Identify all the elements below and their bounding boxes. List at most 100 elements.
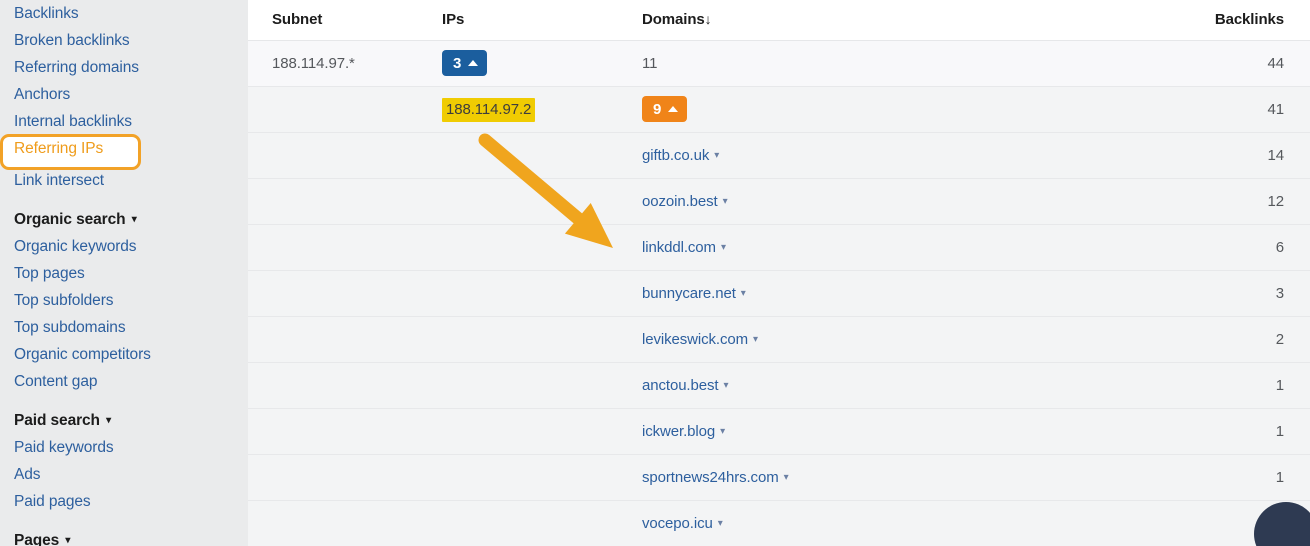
sidebar-item-top-subdomains[interactable]: Top subdomains [0, 314, 248, 341]
domain-link[interactable]: sportnews24hrs.com [642, 469, 779, 486]
chevron-down-icon[interactable]: ▾ [784, 472, 789, 483]
backlinks-count: 3 [1275, 284, 1284, 302]
sidebar-spacer [0, 395, 248, 407]
table-row: ickwer.blog ▾ 1 [248, 408, 1310, 455]
chevron-down-icon[interactable]: ▾ [718, 518, 723, 529]
chevron-down-icon[interactable]: ▾ [723, 196, 728, 207]
chevron-down-icon[interactable]: ▾ [714, 150, 719, 161]
cell-ips: 3 [418, 40, 618, 87]
sidebar-item-broken-backlinks[interactable]: Broken backlinks [0, 27, 248, 54]
cell-backlinks: 1 [1098, 408, 1310, 455]
domain-link[interactable]: linkddl.com [642, 239, 716, 256]
domain-link[interactable]: giftb.co.uk [642, 147, 709, 164]
chevron-down-icon[interactable]: ▾ [721, 242, 726, 253]
sidebar-item-label: Backlinks [14, 5, 79, 22]
sidebar: Backlinks Broken backlinks Referring domai… [0, 0, 248, 546]
sidebar-item-referring-domains[interactable]: Referring domains [0, 54, 248, 81]
sidebar-group-organic-search[interactable]: Organic search ▾ [0, 206, 248, 233]
sidebar-item-label: Organic keywords [14, 238, 137, 255]
ip-address-highlighted[interactable]: 188.114.97.2 [442, 97, 536, 122]
sidebar-item-label: Content gap [14, 373, 98, 390]
cell-ips [418, 500, 618, 546]
cell-domains: levikeswick.com ▾ [618, 316, 1098, 363]
sidebar-item-label: Paid keywords [14, 439, 114, 456]
table-row: giftb.co.uk ▾ 14 [248, 132, 1310, 179]
sidebar-group-label: Paid search [14, 412, 100, 429]
table-row: anctou.best ▾ 1 [248, 362, 1310, 409]
ips-count: 3 [453, 54, 462, 72]
chevron-down-icon: ▾ [65, 535, 71, 546]
cell-subnet: 188.114.97.* [248, 40, 418, 87]
sort-descending-icon: ↓ [704, 11, 712, 28]
cell-backlinks: 3 [1098, 270, 1310, 317]
column-header-backlinks-label: Backlinks [1214, 11, 1284, 29]
sidebar-item-anchors[interactable]: Anchors [0, 81, 248, 108]
column-header-ips[interactable]: IPs [418, 0, 618, 41]
domain-link[interactable]: levikeswick.com [642, 331, 748, 348]
cell-ips [418, 454, 618, 501]
cell-backlinks: 41 [1098, 86, 1310, 133]
sidebar-item-label: Anchors [14, 86, 71, 103]
sidebar-item-link-intersect[interactable]: Link intersect [0, 167, 248, 194]
sidebar-group-paid-search[interactable]: Paid search ▾ [0, 407, 248, 434]
table-row: 188.114.97.* 3 11 44 [248, 40, 1310, 87]
cell-backlinks: 14 [1098, 132, 1310, 179]
domain-link[interactable]: ickwer.blog [642, 423, 715, 440]
cell-domains: 11 [618, 40, 1098, 87]
sidebar-item-top-pages[interactable]: Top pages [0, 260, 248, 287]
sidebar-item-paid-pages[interactable]: Paid pages [0, 488, 248, 515]
chevron-down-icon[interactable]: ▾ [723, 380, 728, 391]
sidebar-item-label: Link intersect [14, 172, 104, 189]
sidebar-item-organic-keywords[interactable]: Organic keywords [0, 233, 248, 260]
domain-link[interactable]: vocepo.icu [642, 515, 713, 532]
chevron-down-icon[interactable]: ▾ [720, 426, 725, 437]
backlinks-count: 6 [1275, 238, 1284, 256]
sidebar-item-content-gap[interactable]: Content gap [0, 368, 248, 395]
cell-backlinks: 2 [1098, 316, 1310, 363]
backlinks-count: 44 [1267, 54, 1285, 72]
cell-subnet [248, 454, 418, 501]
column-header-backlinks[interactable]: Backlinks [1098, 0, 1310, 41]
sidebar-item-top-subfolders[interactable]: Top subfolders [0, 287, 248, 314]
chevron-down-icon[interactable]: ▾ [753, 334, 758, 345]
sidebar-item-label: Ads [14, 466, 41, 483]
cell-subnet [248, 178, 418, 225]
sidebar-item-referring-ips[interactable]: Referring IPs [0, 134, 141, 170]
domain-link[interactable]: oozoin.best [642, 193, 718, 210]
table-row: vocepo.icu▾1 [248, 500, 1310, 546]
table-row: bunnycare.net ▾ 3 [248, 270, 1310, 317]
sidebar-item-label: Organic competitors [14, 346, 151, 363]
sidebar-group-label: Pages [14, 532, 60, 546]
sidebar-group-pages[interactable]: Pages ▾ [0, 527, 248, 546]
domains-expand-badge[interactable]: 9 [642, 96, 688, 122]
domain-link[interactable]: anctou.best [642, 377, 719, 394]
domain-link[interactable]: bunnycare.net [642, 285, 736, 302]
column-header-domains[interactable]: Domains↓ [618, 0, 1098, 41]
sidebar-item-ads[interactable]: Ads [0, 461, 248, 488]
sidebar-item-organic-competitors[interactable]: Organic competitors [0, 341, 248, 368]
sidebar-item-backlinks[interactable]: Backlinks [0, 0, 248, 27]
cell-domains: vocepo.icu ▾ [618, 500, 1098, 546]
cell-domains: anctou.best ▾ [618, 362, 1098, 409]
cell-subnet [248, 500, 418, 546]
sidebar-item-label: Referring IPs [14, 140, 104, 157]
sidebar-group-label: Organic search [14, 211, 126, 228]
sidebar-item-paid-keywords[interactable]: Paid keywords [0, 434, 248, 461]
cell-subnet [248, 270, 418, 317]
sidebar-item-label: Top subdomains [14, 319, 126, 336]
ips-expand-badge[interactable]: 3 [442, 50, 488, 76]
table-body: 188.114.97.* 3 11 44 188.114.97.2 9 41 giftb.co… [248, 40, 1310, 546]
chevron-down-icon[interactable]: ▾ [741, 288, 746, 299]
sidebar-item-label: Internal backlinks [14, 113, 132, 130]
column-header-subnet[interactable]: Subnet [248, 0, 418, 41]
sidebar-nav-list: Backlinks Broken backlinks Referring domai… [0, 0, 248, 546]
sidebar-item-internal-backlinks[interactable]: Internal backlinks [0, 108, 248, 135]
table-header-row: Subnet IPs Domains↓ Backlinks [248, 0, 1310, 41]
sidebar-spacer [0, 515, 248, 527]
app-root: Backlinks Broken backlinks Referring domai… [0, 0, 1310, 546]
sidebar-item-label: Broken backlinks [14, 32, 130, 49]
cell-domains: giftb.co.uk ▾ [618, 132, 1098, 179]
chevron-down-icon: ▾ [106, 415, 112, 426]
cell-domains: bunnycare.net ▾ [618, 270, 1098, 317]
cell-subnet [248, 316, 418, 363]
